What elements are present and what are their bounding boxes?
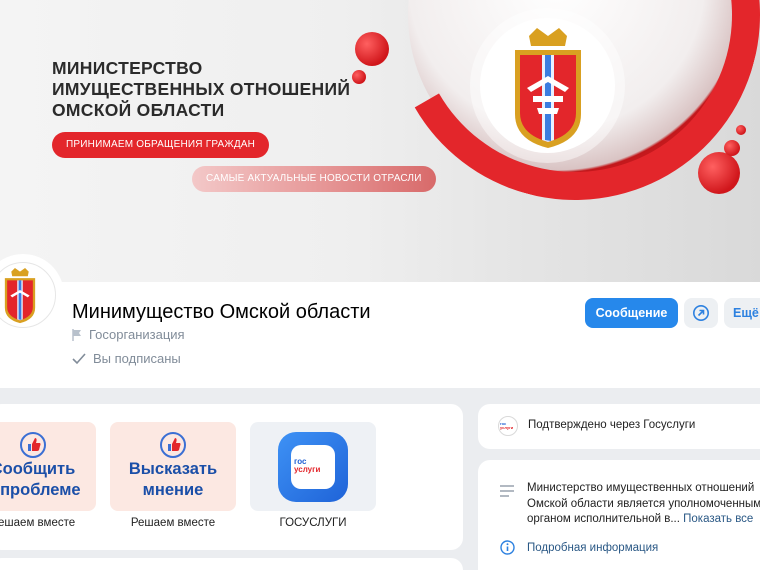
share-button[interactable] (684, 298, 718, 328)
tile-title-line: о проблеме (0, 481, 81, 499)
subscription-row[interactable]: Вы подписаны (72, 351, 181, 366)
verification-card[interactable]: гос услуги Подтверждено через Госуслуги (478, 404, 760, 449)
flag-icon (72, 328, 81, 341)
cover-decor-dot (698, 152, 740, 194)
tile-caption: Решаем вместе (0, 517, 76, 529)
cover-pill-appeals: ПРИНИМАЕМ ОБРАЩЕНИЯ ГРАЖДАН (52, 132, 270, 158)
show-all-link[interactable]: Показать все (683, 513, 753, 525)
profile-header: Минимущество Омской области Госорганизац… (0, 258, 760, 388)
about-description: Министерство имущественных отношений Омс… (527, 481, 760, 528)
cover-title-line: МИНИСТЕРСТВО (52, 58, 203, 78)
gosuslugi-small-text: гос услуги (500, 421, 514, 430)
cover-pill-news: САМЫЕ АКТУАЛЬНЫЕ НОВОСТИ ОТРАСЛИ (192, 166, 436, 192)
tile-title-line: мнение (142, 481, 204, 499)
checkmark-icon (72, 352, 86, 364)
tile-share-opinion[interactable]: Высказать мнение (110, 422, 236, 511)
tile-title-line: Высказать (128, 460, 218, 478)
tile-report-problem[interactable]: Сообщить о проблеме (0, 422, 96, 511)
thumbs-up-icon (20, 432, 46, 458)
details-link-label: Подробная информация (527, 541, 659, 554)
info-icon (500, 540, 515, 555)
gosuslugi-logo-icon: гос услуги (278, 432, 348, 502)
details-link[interactable]: Подробная информация (500, 540, 658, 555)
cover-title-line: ОМСКОЙ ОБЛАСТИ (52, 100, 225, 120)
category-row: Госорганизация (72, 327, 185, 342)
widgets-card: Сообщить о проблеме Решаем вместе Высказ… (0, 404, 463, 550)
thumbs-up-icon (160, 432, 186, 458)
cover-decor-dot (724, 140, 740, 156)
cover-title-line: ИМУЩЕСТВЕННЫХ ОТНОШЕНИЙ (52, 79, 351, 99)
description-lines-icon (500, 485, 514, 497)
message-button[interactable]: Сообщение (585, 298, 678, 328)
tile-title: Высказать мнение (110, 459, 236, 501)
category-label[interactable]: Госорганизация (89, 327, 185, 342)
cover-banner: МИНИСТЕРСТВО ИМУЩЕСТВЕННЫХ ОТНОШЕНИЙ ОМС… (0, 0, 760, 282)
tile-title-line: Сообщить (0, 460, 76, 478)
next-card-edge (0, 558, 463, 570)
about-card: Министерство имущественных отношений Омс… (478, 460, 760, 570)
cover-decor-dot (736, 125, 746, 135)
subscription-status: Вы подписаны (93, 351, 181, 366)
gosuslugi-logo-text: гос услуги (294, 458, 320, 474)
tile-caption: ГОСУСЛУГИ (279, 517, 347, 529)
verification-text: Подтверждено через Госуслуги (528, 419, 696, 431)
gosuslugi-logo-word: услуги (294, 465, 321, 474)
more-button[interactable]: Ещё (724, 298, 760, 328)
page-title: Минимущество Омской области (72, 301, 371, 323)
coat-of-arms-icon (515, 28, 581, 148)
tile-title: Сообщить о проблеме (0, 459, 96, 501)
share-arrow-icon (693, 305, 709, 321)
tile-caption: Решаем вместе (130, 517, 216, 529)
coat-of-arms-icon (4, 268, 36, 324)
cover-title: МИНИСТЕРСТВО ИМУЩЕСТВЕННЫХ ОТНОШЕНИЙ ОМС… (52, 58, 382, 121)
gosuslugi-small-icon: гос услуги (498, 416, 518, 436)
tile-gosuslugi[interactable]: гос услуги (250, 422, 376, 511)
gosuslugi-logo-inner: гос услуги (291, 445, 335, 489)
